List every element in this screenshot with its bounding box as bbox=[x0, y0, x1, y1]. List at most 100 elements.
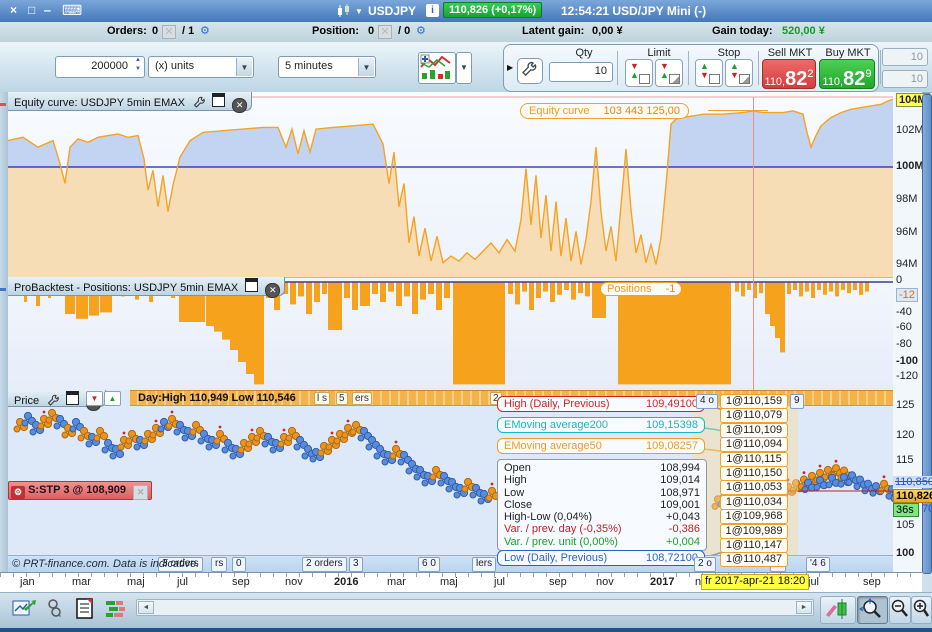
chevron-down-icon[interactable]: ▼ bbox=[358, 58, 374, 76]
order-item[interactable]: 1@110,034 bbox=[720, 494, 788, 510]
orders-count-tag[interactable]: 4 o bbox=[696, 394, 718, 409]
scroll-left-icon[interactable]: ◄ bbox=[138, 601, 154, 614]
zoom-selection-button[interactable] bbox=[857, 596, 888, 624]
time-axis: jan mar maj jul sep nov 2016 mar maj jul sep nov 201… bbox=[0, 572, 922, 593]
minimize-window-icon[interactable]: ‒ bbox=[44, 3, 51, 17]
orders-count: 0 bbox=[152, 25, 159, 37]
order-item[interactable]: 1@110,147 bbox=[720, 538, 788, 553]
window-icon[interactable] bbox=[212, 93, 226, 107]
chevron-down-icon[interactable]: ▼ bbox=[236, 58, 252, 76]
collapse-panel-arrow-icon[interactable]: ▶ bbox=[507, 63, 513, 72]
limit-sell-button[interactable]: ▼ ▲ bbox=[625, 59, 653, 87]
band-order-tag[interactable]: 3 bbox=[349, 557, 363, 572]
equity-tooltip-value: 103 443 125,00 bbox=[603, 105, 680, 117]
orders-total: / 1 bbox=[182, 25, 195, 37]
scroll-up-button[interactable]: ▲ bbox=[104, 391, 121, 406]
scroll-right-icon[interactable]: ► bbox=[796, 601, 812, 614]
stop-label: Stop bbox=[717, 47, 741, 59]
order-item[interactable]: 1@110,094 bbox=[720, 437, 788, 453]
order-item[interactable]: 1@110,053 bbox=[720, 480, 788, 496]
order-item[interactable]: 1@109,968 bbox=[720, 509, 788, 525]
positions-panel-tab[interactable]: ProBacktest - Positions: USDJPY 5min EMA… bbox=[8, 277, 286, 298]
chart-style-icon bbox=[420, 54, 451, 79]
position-settings-gear-icon[interactable]: ⚙ bbox=[416, 24, 426, 37]
stepper-down-icon[interactable]: ▼ bbox=[135, 66, 141, 72]
close-icon[interactable]: ✕ bbox=[232, 98, 248, 113]
unit-selector-dropdown[interactable]: (x) units ▼ bbox=[148, 56, 254, 78]
zoom-in-button[interactable] bbox=[911, 596, 932, 624]
zoom-out-button[interactable] bbox=[889, 596, 911, 624]
wrench-icon bbox=[522, 62, 537, 77]
stepper-up-icon[interactable]: ▲ bbox=[135, 57, 141, 63]
horizontal-scrollbar[interactable]: ◄ ► bbox=[136, 599, 814, 616]
order-item[interactable]: 1@110,487 bbox=[720, 552, 788, 568]
band-order-tag[interactable]: '4 6 bbox=[806, 557, 830, 572]
buy-mkt-button[interactable]: 110,829 bbox=[819, 59, 875, 90]
order-tool-button[interactable] bbox=[820, 596, 856, 624]
time-axis-label: maj bbox=[440, 576, 458, 588]
qty-input[interactable]: 10 bbox=[549, 62, 613, 82]
window-icon[interactable] bbox=[66, 391, 80, 405]
axis-label: -80 bbox=[896, 338, 912, 350]
info-icon[interactable]: i bbox=[426, 4, 439, 17]
gears-icon: ⚙ bbox=[11, 486, 25, 499]
wrench-icon[interactable] bbox=[193, 96, 205, 108]
band-order-tag[interactable]: 2 o bbox=[694, 557, 716, 572]
order-item[interactable]: 1@110,109 bbox=[720, 422, 788, 438]
link-icon[interactable] bbox=[44, 597, 68, 621]
position-close-icon[interactable]: ✕ bbox=[378, 25, 392, 39]
band-order-tag[interactable]: rs bbox=[211, 557, 228, 572]
legend-row: Low 108,971 bbox=[504, 486, 700, 499]
stop-sell-button[interactable]: ▲ ▼ bbox=[695, 59, 723, 87]
close-icon[interactable]: ✕ bbox=[265, 283, 281, 298]
stop-distance-input[interactable]: 10 bbox=[882, 48, 928, 66]
limit-distance-input[interactable]: 10 bbox=[882, 70, 928, 88]
orders-settings-gear-icon[interactable]: ⚙ bbox=[200, 24, 210, 37]
chevron-down-icon[interactable]: ▼ bbox=[355, 7, 363, 16]
limit-buy-button[interactable]: ▼ ▲ bbox=[655, 59, 683, 87]
equity-panel-tab[interactable]: Equity curve: USDJPY 5min EMAX ✕ bbox=[8, 92, 253, 113]
timeframe-dropdown[interactable]: 5 minutes ▼ bbox=[278, 56, 376, 78]
orders-close-icon[interactable]: ✕ bbox=[162, 25, 176, 39]
sell-mkt-button[interactable]: 110,822 bbox=[762, 59, 816, 90]
quantity-stepper[interactable]: 200000 ▲ ▼ bbox=[55, 56, 145, 78]
chart-style-button[interactable] bbox=[418, 52, 456, 84]
detach-chart-icon[interactable] bbox=[12, 597, 36, 621]
close-window-icon[interactable]: × bbox=[10, 3, 17, 17]
order-item[interactable]: 1@110,150 bbox=[720, 466, 788, 481]
maximize-window-icon[interactable]: □ bbox=[28, 3, 35, 17]
order-item[interactable]: 1@109,989 bbox=[720, 523, 788, 539]
band-order-tag[interactable]: 6 0 bbox=[418, 557, 440, 572]
legend-row: Close 109,001 bbox=[504, 498, 700, 511]
window-icon[interactable] bbox=[245, 278, 259, 292]
notes-icon[interactable] bbox=[74, 597, 98, 621]
candlestick-icon[interactable] bbox=[336, 4, 352, 18]
latent-gain-label: Latent gain: bbox=[522, 25, 585, 37]
market-depth-icon[interactable] bbox=[104, 597, 128, 621]
stop-buy-button[interactable]: ▲ ▼ bbox=[725, 59, 753, 87]
legend-row: High-Low (0,04%) +0,043 bbox=[504, 511, 700, 524]
band-order-tag[interactable]: lers bbox=[472, 557, 497, 572]
wrench-icon[interactable] bbox=[47, 394, 59, 406]
orders-label: Orders: bbox=[107, 25, 147, 37]
order-settings-button[interactable] bbox=[517, 58, 543, 84]
order-item[interactable]: 1@110,159 bbox=[720, 394, 788, 409]
unit-selector-value: (x) units bbox=[155, 60, 195, 72]
main-toolbar: 200000 ▲ ▼ (x) units ▼ 5 minutes ▼ ▼ ▶ Q… bbox=[0, 42, 932, 93]
chart-style-dropdown-arrow[interactable]: ▼ bbox=[456, 52, 472, 84]
axis-label: 115 bbox=[896, 454, 914, 466]
time-axis-label: nov bbox=[285, 576, 303, 588]
price-axis: 125 120 115 105 100 110,850 110,826 36s 705 bbox=[893, 390, 932, 572]
stop-order-tag[interactable]: ⚙ S:STP 3 @ 108,909 ✕ bbox=[8, 481, 153, 500]
orders-count-tag-right[interactable]: 9 bbox=[790, 394, 804, 409]
daily-high-legend: High (Daily, Previous) 109,49100 bbox=[497, 396, 705, 412]
order-item[interactable]: 1@110,079 bbox=[720, 408, 788, 424]
arrow-up-icon: ▲ bbox=[660, 70, 669, 80]
order-item[interactable]: 1@110,115 bbox=[720, 451, 788, 467]
close-icon[interactable]: ✕ bbox=[133, 485, 149, 500]
latent-gain-value: 0,00 ¥ bbox=[592, 25, 623, 37]
scroll-down-button[interactable]: ▼ bbox=[86, 391, 103, 406]
band-order-tag[interactable]: 2 orders bbox=[302, 557, 347, 572]
keyboard-icon[interactable]: ⌨ bbox=[62, 2, 82, 19]
band-order-tag[interactable]: 0 bbox=[232, 557, 246, 572]
